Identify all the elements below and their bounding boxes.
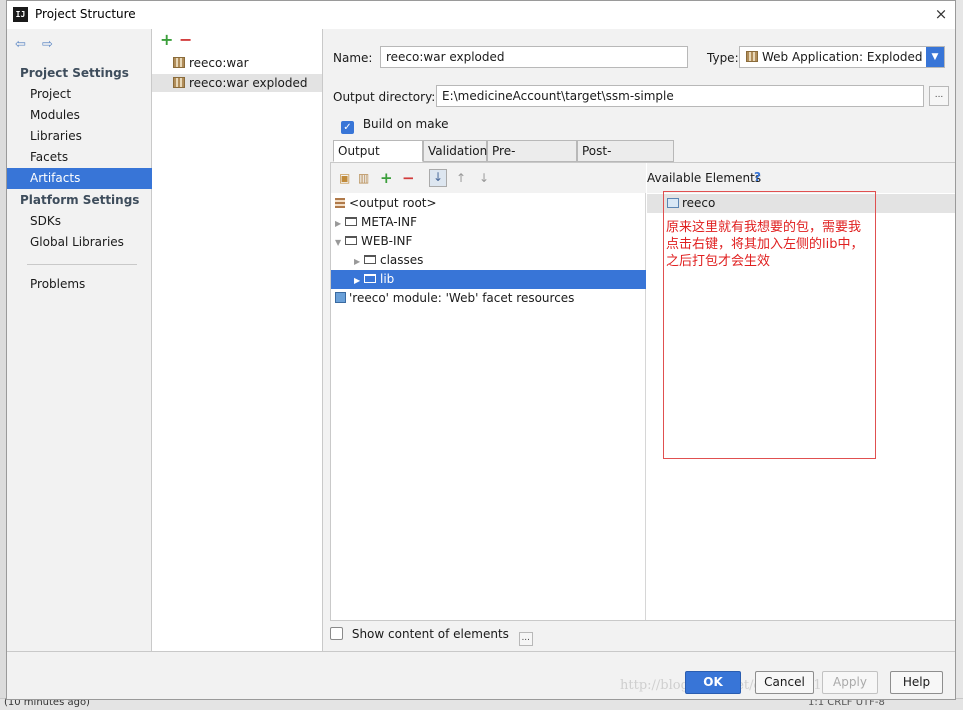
web-facet-icon [335, 292, 346, 303]
build-on-make-checkbox[interactable]: ✓ Build on make [341, 117, 448, 134]
archive-icon[interactable]: ▥ [358, 171, 369, 185]
tree-item-meta-inf[interactable]: ▶ META-INF [331, 213, 646, 232]
build-on-make-label: Build on make [362, 117, 449, 131]
sidebar-divider [27, 264, 137, 265]
type-label: Type: [707, 51, 739, 65]
tree-item-lib[interactable]: ▶ lib [331, 270, 646, 289]
dialog-button-bar: http://blog.csdn.net/gruppe6/1158705 OK … [7, 651, 955, 699]
back-forward-icon[interactable]: ⇦ ⇨ [15, 37, 59, 52]
show-content-options-button[interactable]: ... [518, 632, 533, 646]
artifact-detail-panel: Name: reeco:war exploded Type: Web Appli… [323, 29, 955, 651]
available-elements-panel: Available Elements ? reeco 原来这里就有我想要的包，需… [647, 163, 955, 620]
collapse-arrow-icon[interactable]: ▼ [335, 233, 345, 252]
help-icon[interactable]: ? [754, 170, 761, 184]
expand-arrow-icon[interactable]: ▶ [354, 252, 364, 271]
tree-item-label: classes [380, 253, 424, 267]
tree-item-facet-resources[interactable]: 'reeco' module: 'Web' facet resources [331, 289, 646, 308]
tree-item-label: 'reeco' module: 'Web' facet resources [349, 291, 575, 305]
intellij-app-icon: IJ [13, 7, 28, 22]
expand-arrow-icon[interactable]: ▶ [335, 214, 345, 233]
sidebar-item-project[interactable]: Project [7, 84, 152, 105]
output-directory-field[interactable]: E:\medicineAccount\target\ssm-simple [436, 85, 924, 107]
folder-icon [364, 255, 376, 264]
sidebar-item-artifacts[interactable]: Artifacts [7, 168, 152, 189]
tree-item-label: lib [380, 272, 395, 286]
ok-button[interactable]: OK [685, 671, 741, 694]
tab-validation[interactable]: Validation [423, 140, 487, 162]
annotation-text: 原来这里就有我想要的包，需要我点击右键，将其加入左侧的lib中，之后打包才会生效 [666, 220, 864, 269]
artifact-label: reeco:war exploded [189, 76, 308, 90]
tab-post-processing[interactable]: Post-processing [577, 140, 674, 178]
available-elements-header: Available Elements ? [647, 163, 955, 193]
settings-sidebar: ⇦ ⇨ Project Settings Project Modules Lib… [7, 29, 152, 651]
output-root-icon [335, 198, 345, 208]
platform-settings-heading: Platform Settings [20, 193, 140, 207]
tab-pre-processing[interactable]: Pre-processing [487, 140, 577, 178]
tab-output-layout[interactable]: Output Layout [333, 140, 423, 178]
move-up-icon[interactable]: ↑ [456, 171, 466, 185]
tree-item-label: META-INF [361, 215, 418, 229]
artifacts-list-panel: + − reeco:war reeco:war exploded [152, 29, 323, 651]
output-directory-label: Output directory: [333, 90, 436, 104]
sort-icon[interactable]: ↓ [429, 169, 447, 187]
artifact-label: reeco:war [189, 56, 249, 70]
close-icon[interactable]: × [932, 5, 950, 23]
sidebar-item-sdks[interactable]: SDKs [7, 211, 152, 232]
layout-toolbar: ▣ ▥ + − ↓ ↑ ↓ [331, 163, 646, 193]
output-layout-content: ▣ ▥ + − ↓ ↑ ↓ <output root> ▶ META-INF ▼ W… [330, 162, 955, 621]
apply-button[interactable]: Apply [822, 671, 878, 694]
name-label: Name: [333, 51, 373, 65]
checkmark-icon: ✓ [341, 121, 354, 134]
folder-icon [345, 217, 357, 226]
show-content-label: Show content of elements [351, 627, 509, 641]
background-ide-right [956, 0, 963, 710]
sidebar-item-modules[interactable]: Modules [7, 105, 152, 126]
folder-icon [345, 236, 357, 245]
war-archive-icon [173, 57, 185, 68]
project-settings-heading: Project Settings [20, 66, 129, 80]
tree-item-label: <output root> [349, 196, 437, 210]
title-bar[interactable]: IJ Project Structure × [7, 1, 955, 29]
available-elements-title: Available Elements [647, 171, 762, 185]
show-content-row: Show content of elements ... [330, 627, 533, 646]
remove-artifact-icon[interactable]: − [179, 30, 192, 49]
sidebar-item-libraries[interactable]: Libraries [7, 126, 152, 147]
type-combobox[interactable]: Web Application: Exploded ▼ [739, 46, 945, 68]
web-app-icon [746, 51, 758, 62]
window-title: Project Structure [35, 7, 136, 21]
move-down-icon[interactable]: ↓ [479, 171, 489, 185]
project-structure-dialog: IJ Project Structure × ⇦ ⇨ Project Setti… [6, 0, 956, 700]
expand-arrow-icon[interactable]: ▶ [354, 271, 364, 290]
sidebar-item-problems[interactable]: Problems [7, 274, 152, 295]
tree-item-web-inf[interactable]: ▼ WEB-INF [331, 232, 646, 251]
tree-item-classes[interactable]: ▶ classes [331, 251, 646, 270]
tree-item-output-root[interactable]: <output root> [331, 194, 646, 213]
add-artifact-icon[interactable]: + [160, 30, 173, 49]
war-exploded-icon [173, 77, 185, 88]
tree-item-label: WEB-INF [361, 234, 413, 248]
browse-button[interactable]: ... [929, 86, 949, 106]
sidebar-item-facets[interactable]: Facets [7, 147, 152, 168]
cancel-button[interactable]: Cancel [755, 671, 814, 694]
type-value: Web Application: Exploded [762, 50, 923, 64]
artifact-item-selected[interactable]: reeco:war exploded [152, 74, 322, 92]
add-icon[interactable]: + [380, 171, 393, 186]
folder-icon [364, 274, 376, 283]
output-layout-tree: ▣ ▥ + − ↓ ↑ ↓ <output root> ▶ META-INF ▼ W… [331, 163, 646, 620]
show-content-checkbox[interactable] [330, 627, 343, 640]
name-field[interactable]: reeco:war exploded [380, 46, 688, 68]
chevron-down-icon[interactable]: ▼ [926, 47, 944, 67]
help-button[interactable]: Help [890, 671, 943, 694]
remove-icon[interactable]: − [402, 171, 415, 186]
artifact-item[interactable]: reeco:war [152, 54, 322, 72]
new-folder-icon[interactable]: ▣ [339, 171, 350, 185]
sidebar-item-global-libraries[interactable]: Global Libraries [7, 232, 152, 253]
